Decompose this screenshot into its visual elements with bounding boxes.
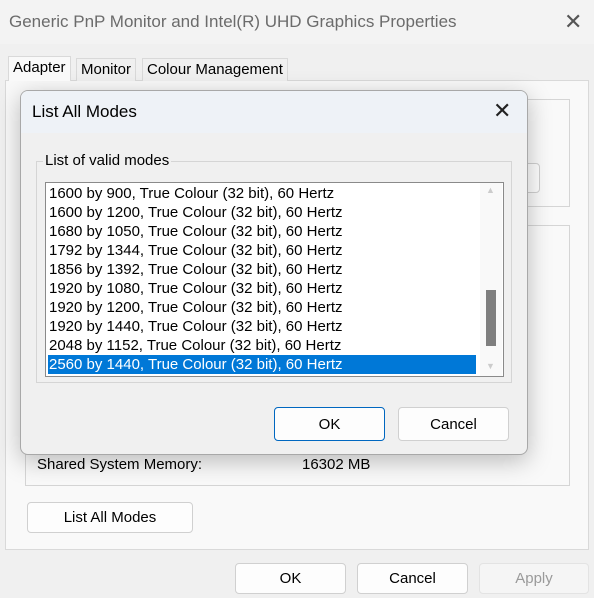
window-title: Generic PnP Monitor and Intel(R) UHD Gra… xyxy=(9,12,457,31)
mode-list-item[interactable]: 1920 by 1080, True Colour (32 bit), 60 H… xyxy=(48,279,476,298)
mode-list-item[interactable]: 1792 by 1344, True Colour (32 bit), 60 H… xyxy=(48,241,476,260)
ok-button[interactable]: OK xyxy=(235,563,346,594)
scrollbar-thumb[interactable] xyxy=(486,290,496,346)
shared-memory-label: Shared System Memory: xyxy=(37,456,203,473)
chevron-down-icon[interactable]: ▼ xyxy=(486,361,495,371)
valid-modes-group-label: List of valid modes xyxy=(43,152,172,169)
apply-button[interactable]: Apply xyxy=(479,563,589,594)
chevron-up-icon[interactable]: ▲ xyxy=(486,185,495,195)
tab-colour-management[interactable]: Colour Management xyxy=(142,58,288,81)
cancel-button[interactable]: Cancel xyxy=(357,563,468,594)
tab-adapter[interactable]: Adapter xyxy=(8,56,71,81)
scrollbar[interactable]: ▲ ▼ xyxy=(480,183,502,376)
close-icon[interactable]: ✕ xyxy=(564,11,582,33)
tab-monitor[interactable]: Monitor xyxy=(76,58,137,81)
dialog-cancel-button[interactable]: Cancel xyxy=(398,407,509,441)
mode-list-item[interactable]: 1600 by 900, True Colour (32 bit), 60 He… xyxy=(48,184,476,203)
close-icon[interactable]: ✕ xyxy=(493,100,511,122)
modes-listbox[interactable]: 1600 by 900, True Colour (32 bit), 60 He… xyxy=(45,182,504,377)
mode-list-item[interactable]: 1680 by 1050, True Colour (32 bit), 60 H… xyxy=(48,222,476,241)
list-all-modes-dialog: List All Modes ✕ List of valid modes 160… xyxy=(20,90,528,455)
mode-list-item[interactable]: 2048 by 1152, True Colour (32 bit), 60 H… xyxy=(48,336,476,355)
mode-list-item[interactable]: 2560 by 1440, True Colour (32 bit), 60 H… xyxy=(48,355,476,374)
dialog-ok-button[interactable]: OK xyxy=(274,407,385,441)
shared-memory-value: 16302 MB xyxy=(302,456,371,473)
dialog-title: List All Modes xyxy=(32,102,137,121)
mode-list-item[interactable]: 1920 by 1440, True Colour (32 bit), 60 H… xyxy=(48,317,476,336)
list-all-modes-button[interactable]: List All Modes xyxy=(27,502,193,533)
mode-list-item[interactable]: 1920 by 1200, True Colour (32 bit), 60 H… xyxy=(48,298,476,317)
mode-list-item[interactable]: 1600 by 1200, True Colour (32 bit), 60 H… xyxy=(48,203,476,222)
mode-list-item[interactable]: 1856 by 1392, True Colour (32 bit), 60 H… xyxy=(48,260,476,279)
